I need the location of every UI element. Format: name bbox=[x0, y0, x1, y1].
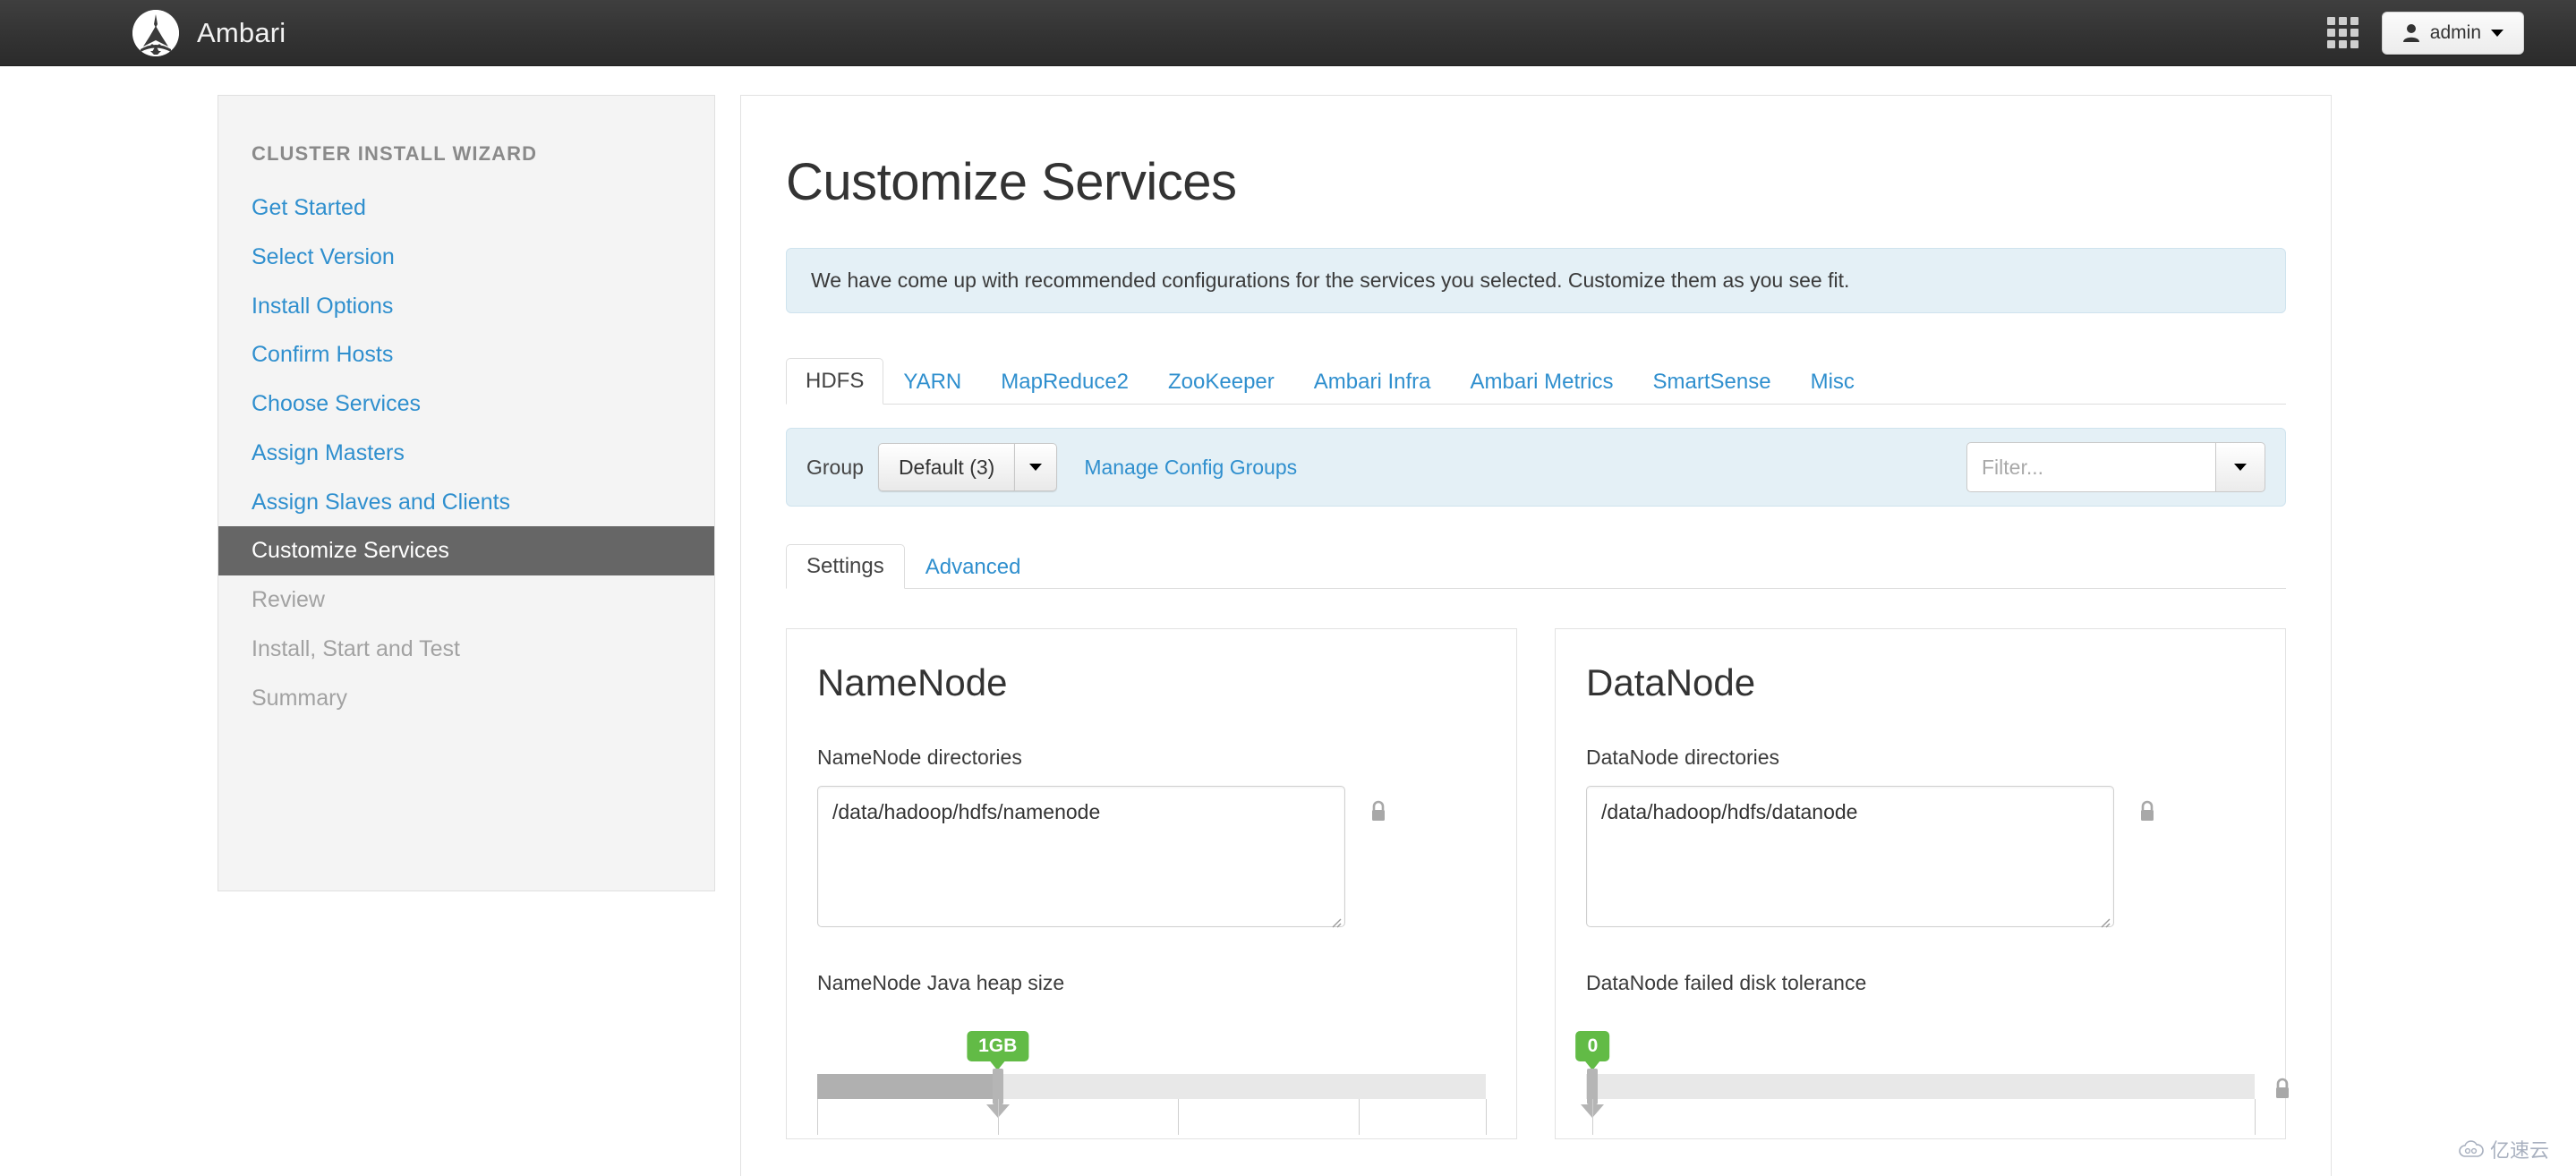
wizard-sidebar: CLUSTER INSTALL WIZARD Get Started Selec… bbox=[218, 95, 715, 891]
info-banner: We have come up with recommended configu… bbox=[786, 248, 2286, 313]
sidebar-item-customize-services[interactable]: Customize Services bbox=[218, 526, 714, 575]
service-tabs: HDFS YARN MapReduce2 ZooKeeper Ambari In… bbox=[786, 353, 2286, 405]
tab-hdfs[interactable]: HDFS bbox=[786, 358, 884, 405]
brand[interactable]: Ambari bbox=[132, 9, 286, 56]
watermark-text: 亿速云 bbox=[2489, 1139, 2549, 1162]
namenode-heap-ticks bbox=[817, 1099, 1487, 1138]
datanode-disk-tolerance-track[interactable] bbox=[1586, 1074, 2255, 1099]
namenode-heap-label: NameNode Java heap size bbox=[817, 971, 1065, 994]
tab-ambari-infra[interactable]: Ambari Infra bbox=[1294, 359, 1451, 405]
sidebar-item-install-start-and-test: Install, Start and Test bbox=[252, 635, 460, 661]
watermark: 亿速云 bbox=[2459, 1135, 2549, 1163]
datanode-disk-tolerance-ticks bbox=[1586, 1099, 2256, 1138]
config-group-dropdown-toggle[interactable] bbox=[1014, 443, 1058, 491]
sidebar-item-install-options[interactable]: Install Options bbox=[218, 282, 714, 331]
user-icon bbox=[2402, 23, 2419, 42]
page-title: Customize Services bbox=[786, 153, 1237, 211]
panel-datanode: DataNode DataNode directories /data/hado… bbox=[1555, 628, 2289, 1139]
datanode-directories-label: DataNode directories bbox=[1586, 746, 1780, 769]
config-group-selected-value[interactable]: Default (3) bbox=[877, 443, 1015, 491]
sidebar-item-select-version[interactable]: Select Version bbox=[218, 233, 714, 282]
namenode-heap-fill bbox=[817, 1074, 998, 1099]
config-group-bar: Group Default (3) Manage Config Groups bbox=[786, 428, 2286, 507]
subtab-advanced[interactable]: Advanced bbox=[905, 545, 1042, 589]
namenode-directories-input[interactable]: /data/hadoop/hdfs/namenode bbox=[817, 786, 1345, 927]
tab-ambari-metrics[interactable]: Ambari Metrics bbox=[1450, 359, 1633, 405]
config-group-select[interactable]: Default (3) bbox=[877, 443, 1058, 491]
sidebar-item-confirm-hosts[interactable]: Confirm Hosts bbox=[218, 330, 714, 379]
main-content-card: Customize Services We have come up with … bbox=[740, 95, 2332, 1176]
caret-down-icon bbox=[2491, 29, 2503, 37]
datanode-directories-row: /data/hadoop/hdfs/datanode bbox=[1586, 786, 2255, 932]
datanode-disk-tolerance-label: DataNode failed disk tolerance bbox=[1586, 971, 1867, 994]
filter-input[interactable] bbox=[1966, 442, 2215, 492]
config-panels: NameNode NameNode directories /data/hado… bbox=[786, 628, 2289, 1139]
sidebar-item-review: Review bbox=[252, 587, 325, 612]
admin-menu-button[interactable]: admin bbox=[2381, 11, 2524, 55]
cloud-icon bbox=[2459, 1140, 2484, 1157]
datanode-directories-input[interactable]: /data/hadoop/hdfs/datanode bbox=[1586, 786, 2114, 927]
admin-label: admin bbox=[2429, 21, 2481, 43]
datanode-disk-tolerance-slider[interactable]: 0 bbox=[1575, 1031, 2289, 1138]
tab-yarn[interactable]: YARN bbox=[883, 359, 981, 405]
filter-dropdown-toggle[interactable] bbox=[2215, 442, 2265, 492]
top-navbar: Ambari admin bbox=[0, 0, 2576, 66]
sidebar-title: CLUSTER INSTALL WIZARD bbox=[252, 142, 538, 165]
tab-smartsense[interactable]: SmartSense bbox=[1633, 359, 1791, 405]
namenode-directories-label: NameNode directories bbox=[817, 746, 1022, 769]
panel-title-datanode: DataNode bbox=[1586, 661, 1756, 703]
settings-subtabs: Settings Advanced bbox=[786, 539, 2286, 589]
tab-zookeeper[interactable]: ZooKeeper bbox=[1148, 359, 1294, 405]
datanode-disk-tolerance-value-badge: 0 bbox=[1575, 1031, 1610, 1061]
sidebar-item-assign-masters[interactable]: Assign Masters bbox=[218, 429, 714, 478]
tab-misc[interactable]: Misc bbox=[1791, 359, 1874, 405]
lock-icon bbox=[1369, 800, 1388, 828]
namenode-heap-value-badge: 1GB bbox=[967, 1031, 1029, 1061]
lock-icon bbox=[2273, 1078, 2292, 1105]
panel-namenode: NameNode NameNode directories /data/hado… bbox=[786, 628, 1517, 1139]
caret-down-icon bbox=[1029, 464, 1043, 471]
sidebar-item-get-started[interactable]: Get Started bbox=[218, 183, 714, 233]
manage-config-groups-link[interactable]: Manage Config Groups bbox=[1084, 456, 1297, 480]
grid-apps-icon[interactable] bbox=[2326, 17, 2358, 48]
brand-name: Ambari bbox=[197, 16, 286, 48]
tab-mapreduce2[interactable]: MapReduce2 bbox=[981, 359, 1148, 405]
namenode-heap-track[interactable] bbox=[817, 1074, 1486, 1099]
sidebar-item-choose-services[interactable]: Choose Services bbox=[218, 379, 714, 429]
lock-icon bbox=[2137, 800, 2157, 828]
panel-title-namenode: NameNode bbox=[817, 661, 1008, 703]
caret-down-icon bbox=[2234, 464, 2247, 471]
namenode-directories-row: /data/hadoop/hdfs/namenode bbox=[817, 786, 1486, 932]
namenode-heap-slider[interactable]: 1GB bbox=[817, 1031, 1487, 1138]
filter-control bbox=[1966, 442, 2265, 492]
sidebar-step-list: Get Started Select Version Install Optio… bbox=[218, 183, 714, 722]
group-label: Group bbox=[806, 455, 864, 479]
sidebar-item-assign-slaves-and-clients[interactable]: Assign Slaves and Clients bbox=[218, 478, 714, 527]
page-body: CLUSTER INSTALL WIZARD Get Started Selec… bbox=[0, 66, 2576, 1176]
subtab-settings[interactable]: Settings bbox=[786, 544, 905, 589]
navbar-right: admin bbox=[2326, 11, 2524, 55]
sidebar-item-summary: Summary bbox=[252, 685, 347, 711]
ambari-logo-icon bbox=[132, 9, 179, 56]
